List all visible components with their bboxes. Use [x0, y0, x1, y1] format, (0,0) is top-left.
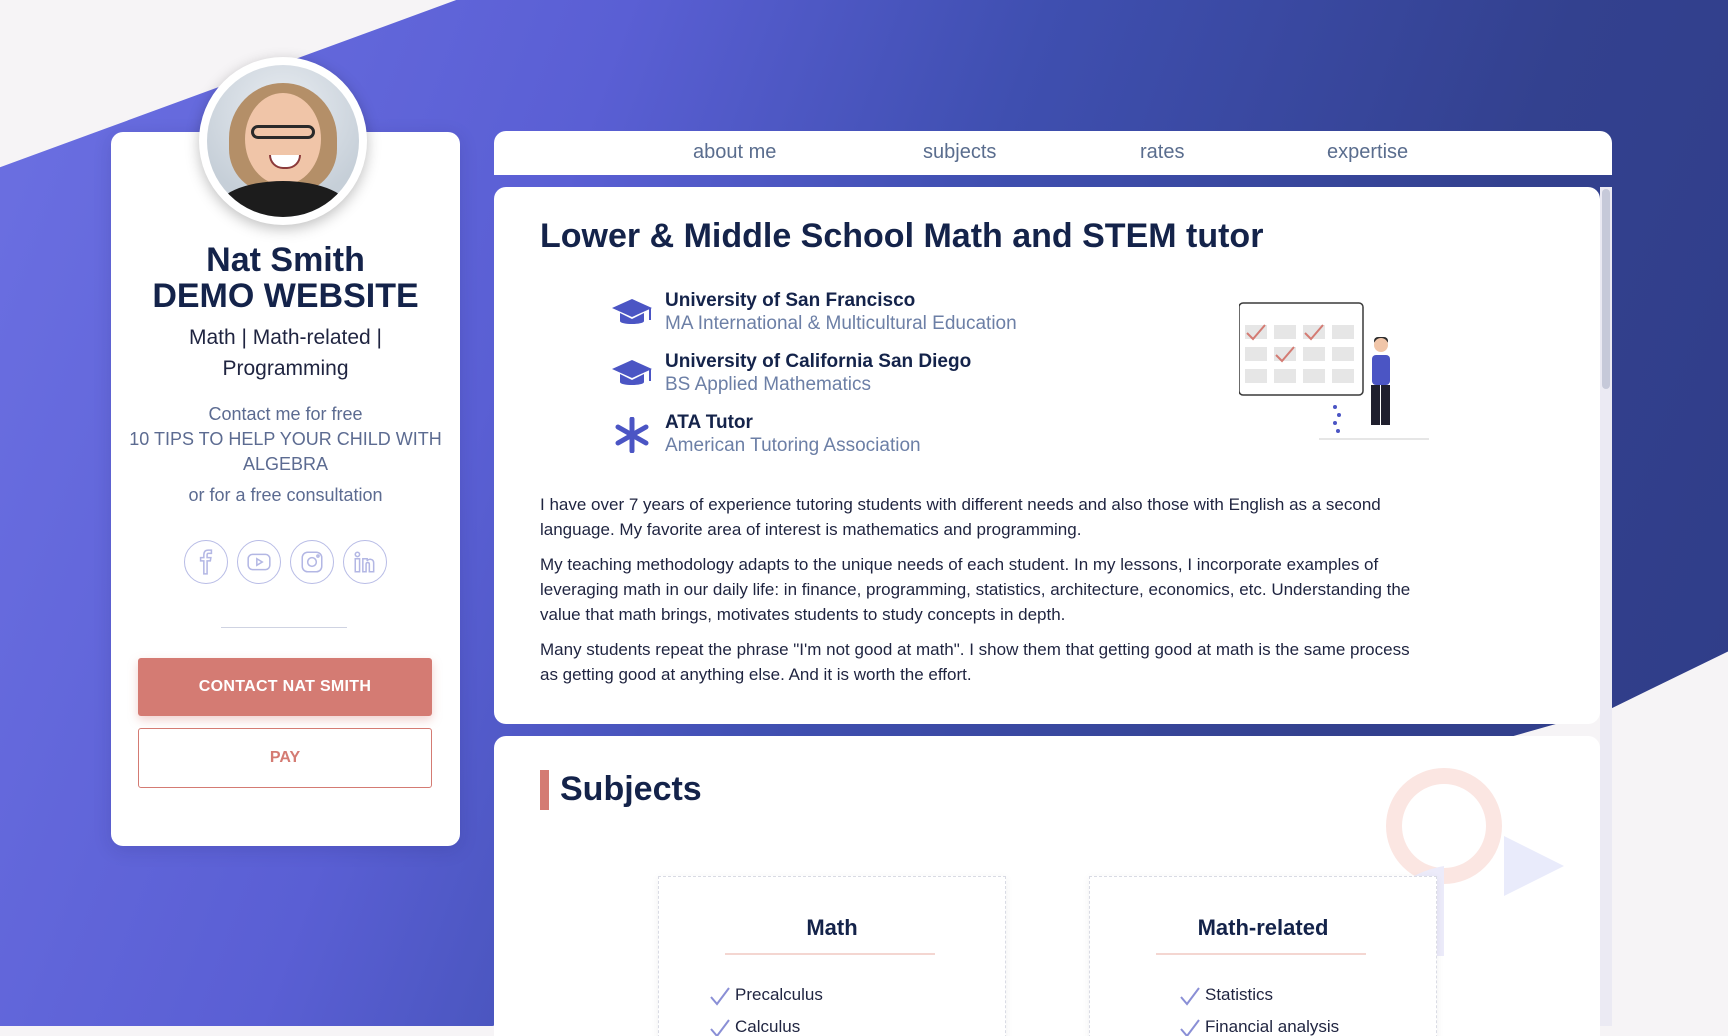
subject-item-label: Statistics	[1205, 985, 1274, 1004]
heading-accent-bar	[540, 770, 549, 810]
youtube-link[interactable]	[237, 540, 281, 584]
subject-item: Calculus	[710, 1017, 801, 1036]
nav-rates[interactable]: rates	[1140, 141, 1184, 164]
subject-card-title: Math-related	[1197, 915, 1329, 940]
subjects-heading: Subjects	[560, 770, 702, 808]
nav-about-me[interactable]: about me	[693, 141, 776, 164]
check-icon	[1180, 987, 1200, 1006]
about-heading: Lower & Middle School Math and STEM tuto…	[540, 217, 1264, 255]
youtube-icon	[247, 553, 271, 571]
avatar	[199, 57, 367, 225]
calendar-illustration	[1239, 302, 1429, 440]
check-icon	[1180, 1019, 1200, 1036]
profile-tagline: Math | Math-related | Programming	[189, 326, 382, 380]
facebook-icon	[199, 549, 213, 575]
subject-card: Math Precalculus Calculus	[658, 876, 1006, 1036]
facebook-link[interactable]	[184, 540, 228, 584]
asterisk-icon	[615, 417, 649, 453]
bio-text: I have over 7 years of experience tutori…	[540, 492, 1420, 697]
education-subtitle: MA International & Multicultural Educati…	[665, 313, 1017, 334]
education-item: University of San Francisco MA Internati…	[610, 289, 1017, 350]
education-title: ATA Tutor	[665, 412, 753, 433]
bio-paragraph: My teaching methodology adapts to the un…	[540, 555, 1411, 624]
education-subtitle: BS Applied Mathematics	[665, 374, 871, 395]
subject-item-label: Calculus	[735, 1017, 801, 1036]
education-subtitle: American Tutoring Association	[665, 435, 921, 456]
education-item: University of California San Diego BS Ap…	[610, 350, 1017, 411]
subject-item: Financial analysis	[1180, 1017, 1340, 1036]
subject-item-label: Precalculus	[735, 985, 823, 1004]
instagram-icon	[301, 551, 323, 573]
education-item: ATA Tutor American Tutoring Association	[610, 411, 1017, 472]
check-icon	[710, 1019, 730, 1036]
subjects-panel: Subjects Math Precalculus Calculus Math-…	[494, 736, 1600, 1036]
check-icon	[710, 987, 730, 1006]
subject-card-title: Math	[806, 915, 858, 940]
divider	[221, 627, 347, 628]
top-nav: about me subjects rates expertise	[494, 131, 1612, 175]
linkedin-icon	[354, 551, 375, 573]
nav-expertise[interactable]: expertise	[1327, 141, 1408, 164]
profile-site-text: DEMO WEBSITE	[152, 277, 419, 315]
graduation-cap-icon	[612, 299, 652, 324]
about-panel: Lower & Middle School Math and STEM tuto…	[494, 187, 1600, 724]
profile-card: Nat Smith DEMO WEBSITE Math | Math-relat…	[111, 132, 460, 846]
education-list: University of San Francisco MA Internati…	[610, 289, 1017, 472]
social-links	[111, 540, 460, 584]
algebra-tips-link[interactable]: 10 TIPS TO HELP YOUR CHILD WITH ALGEBRA	[121, 427, 450, 477]
instagram-link[interactable]	[290, 540, 334, 584]
nav-subjects[interactable]: subjects	[923, 141, 996, 164]
contact-button[interactable]: CONTACT NAT SMITH	[138, 658, 432, 716]
subject-item-label: Financial analysis	[1205, 1017, 1340, 1036]
scrollbar-thumb[interactable]	[1602, 189, 1610, 389]
consultation-text: or for a free consultation	[188, 485, 383, 505]
subject-card: Math-related Statistics Financial analys…	[1089, 876, 1437, 1036]
subject-item: Precalculus	[710, 985, 823, 1006]
bio-paragraph: I have over 7 years of experience tutori…	[540, 495, 1381, 539]
contact-lines: Contact me for free 10 TIPS TO HELP YOUR…	[121, 402, 450, 508]
subject-card-underline	[725, 953, 935, 955]
graduation-cap-icon	[612, 360, 652, 385]
subject-item: Statistics	[1180, 985, 1274, 1006]
subject-card-underline	[1156, 953, 1366, 955]
linkedin-link[interactable]	[343, 540, 387, 584]
scrollbar[interactable]	[1600, 187, 1612, 1026]
education-title: University of San Francisco	[665, 290, 916, 311]
contact-free-text: Contact me for free	[208, 404, 363, 424]
profile-name-text: Nat Smith	[206, 241, 365, 279]
profile-name: Nat Smith DEMO WEBSITE	[111, 242, 460, 314]
education-title: University of California San Diego	[665, 351, 972, 372]
pay-button[interactable]: PAY	[138, 728, 432, 788]
bio-paragraph: Many students repeat the phrase "I'm not…	[540, 640, 1410, 684]
